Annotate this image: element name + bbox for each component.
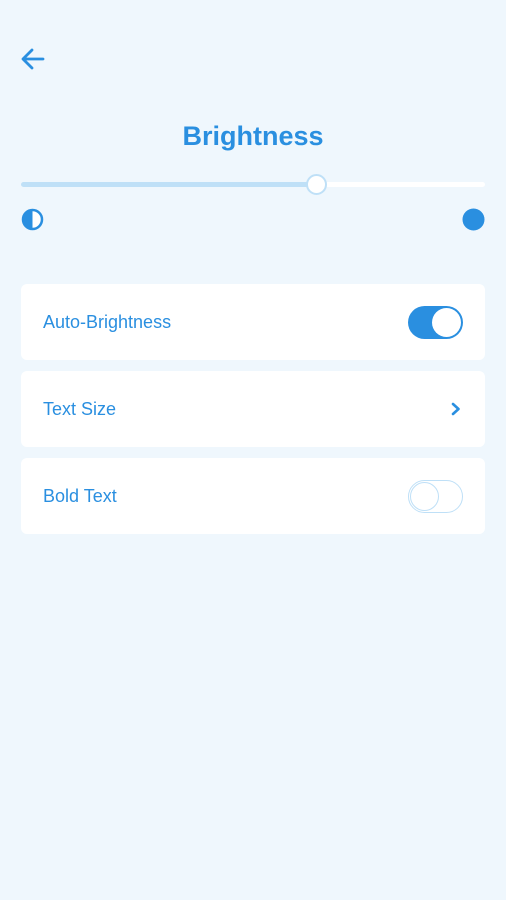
auto-brightness-toggle[interactable] — [408, 305, 463, 339]
contrast-half-circle-icon — [21, 208, 44, 231]
slider-thumb[interactable] — [305, 174, 327, 195]
bold-text-row[interactable]: Bold Text — [21, 458, 485, 534]
bold-text-label: Bold Text — [43, 485, 117, 506]
chevron-right-icon — [449, 401, 463, 417]
toggle-knob — [410, 481, 439, 511]
text-size-label: Text Size — [43, 398, 117, 419]
auto-brightness-label: Auto-Brightness — [43, 311, 172, 332]
full-circle-icon — [462, 208, 485, 231]
arrow-left-icon — [21, 48, 45, 70]
page-title: Brightness — [182, 121, 324, 151]
bold-text-toggle[interactable] — [408, 479, 463, 513]
brightness-slider[interactable] — [21, 174, 485, 196]
slider-fill — [21, 182, 316, 187]
toggle-knob — [432, 307, 461, 337]
text-size-row[interactable]: Text Size — [21, 371, 485, 447]
auto-brightness-row[interactable]: Auto-Brightness — [21, 284, 485, 360]
back-button[interactable] — [18, 44, 48, 74]
